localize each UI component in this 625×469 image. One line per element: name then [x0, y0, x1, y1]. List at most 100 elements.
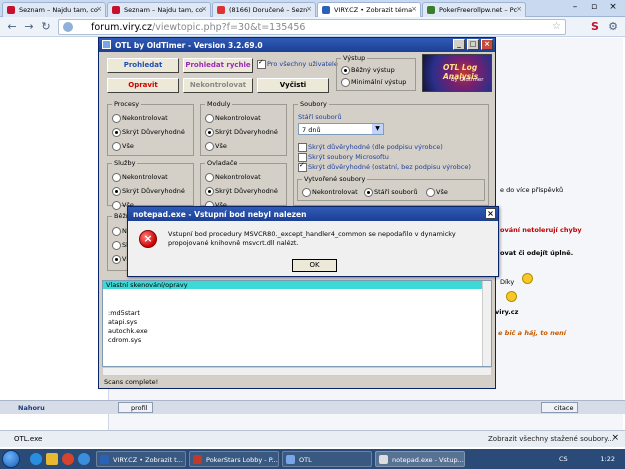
url-path: /viewtopic.php?f=30&t=135456: [152, 22, 306, 33]
vertical-scrollbar[interactable]: [482, 281, 491, 366]
created-file-age-radio[interactable]: Stáří souborů: [364, 188, 418, 197]
created-all-radio[interactable]: Vše: [426, 188, 448, 197]
scroll-top-link[interactable]: Nahoru: [18, 404, 45, 412]
ie-icon[interactable]: [30, 453, 42, 465]
drivers-nocheck-radio[interactable]: Nekontrolovat: [205, 173, 261, 182]
maximize-icon[interactable]: ▫: [585, 1, 603, 14]
explorer-icon[interactable]: [46, 453, 58, 465]
taskbar-label: PokerStars Lobby - P...: [206, 456, 278, 464]
minimal-output-radio[interactable]: Minimální výstup: [341, 78, 406, 87]
modules-all-radio[interactable]: Vše: [205, 142, 227, 151]
show-all-downloads-link[interactable]: Zobrazit všechny stažené soubory...: [488, 435, 614, 443]
processes-nocheck-radio[interactable]: Nekontrolovat: [112, 114, 168, 123]
services-hide-trusted-radio[interactable]: Skrýt Důveryhodné: [112, 187, 185, 196]
forward-arrow-icon[interactable]: →: [22, 20, 36, 34]
close-icon[interactable]: ×: [611, 433, 619, 443]
url-host: forum.viry.cz: [91, 22, 153, 33]
files-group: Soubory Stáří souborů 7 dnů ▼ Skrýt důvě…: [293, 100, 489, 206]
no-check-button[interactable]: Nekontrolovat: [183, 78, 253, 93]
close-icon[interactable]: ×: [481, 39, 493, 50]
standard-output-radio[interactable]: Běžný výstup: [341, 66, 395, 75]
taskbar-item-viry[interactable]: VIRY.CZ • Zobrazit t...: [96, 451, 186, 467]
modules-hide-trusted-radio[interactable]: Skrýt Důveryhodné: [205, 128, 278, 137]
browser-tab-email[interactable]: (8166) Doručené – Sezn ×: [212, 2, 316, 17]
logo-subtext: by Oldtimer: [451, 77, 484, 83]
file-age-select[interactable]: 7 dnů ▼: [298, 123, 384, 135]
poker-icon: [427, 6, 435, 14]
services-nocheck-radio[interactable]: Nekontrolovat: [112, 173, 168, 182]
browser-tab-poker[interactable]: PokerFreerollpw.net – Pc ×: [422, 2, 526, 17]
chevron-down-icon[interactable]: ▼: [372, 124, 383, 134]
close-window-icon[interactable]: ×: [604, 1, 622, 14]
seznam-icon: [112, 6, 120, 14]
close-icon[interactable]: ×: [411, 5, 417, 13]
minimize-icon[interactable]: _: [453, 39, 465, 50]
close-icon[interactable]: ×: [485, 208, 496, 219]
quote-label: citace: [554, 404, 574, 412]
taskbar-label: OTL: [299, 456, 312, 464]
browser-tab-seznam-1[interactable]: Seznam – Najdu tam, co ×: [2, 2, 106, 17]
output-line: autochk.exe: [108, 327, 148, 335]
modules-nocheck-radio[interactable]: Nekontrolovat: [205, 114, 261, 123]
browser-tab-viry[interactable]: VIRY.CZ • Zobrazit téma ×: [317, 2, 421, 17]
quote-button[interactable]: citace: [541, 402, 579, 413]
horizontal-scrollbar[interactable]: [102, 367, 492, 376]
otl-titlebar: OTL by OldTimer - Version 3.2.69.0 _ □ ×: [99, 38, 495, 52]
close-icon[interactable]: ×: [306, 5, 312, 13]
reload-icon[interactable]: ↻: [39, 20, 53, 34]
tab-label: (8166) Doručené – Sezn: [229, 6, 308, 14]
taskbar-item-pokerstars[interactable]: PokerStars Lobby - P...: [189, 451, 279, 467]
custom-scans-header: Vlastní skenování/opravy: [103, 281, 491, 289]
media-icon[interactable]: [78, 453, 90, 465]
notepad-icon: [379, 455, 388, 464]
quick-scan-button[interactable]: Prohledat rychle: [183, 58, 253, 73]
maximize-icon[interactable]: □: [467, 39, 479, 50]
dialog-message: Vstupní bod procedury MSVCR80._except_ha…: [168, 230, 456, 247]
processes-all-radio[interactable]: Vše: [112, 142, 134, 151]
url-input[interactable]: forum.viry.cz/viewtopic.php?f=30&t=13545…: [58, 19, 566, 35]
post-footer: Nahoru profil citace: [0, 400, 625, 414]
taskbar-item-notepad[interactable]: notepad.exe - Vstup...: [375, 451, 465, 467]
file-age-value: 7 dnů: [302, 126, 321, 134]
files-title: Soubory: [298, 100, 329, 108]
tab-label: Seznam – Najdu tam, co: [124, 6, 203, 14]
scan-button[interactable]: Prohledat: [107, 58, 179, 73]
all-users-checkbox[interactable]: Pro všechny uživatele: [257, 58, 338, 69]
hide-trusted-signed-checkbox[interactable]: Skrýt důvěryhodné (dle podpisu výrobce): [298, 143, 443, 152]
chrome-icon[interactable]: [62, 453, 74, 465]
back-arrow-icon[interactable]: ←: [5, 20, 19, 34]
close-icon[interactable]: ×: [516, 5, 522, 13]
drivers-hide-trusted-radio[interactable]: Skrýt Důveryhodné: [205, 187, 278, 196]
star-icon[interactable]: ☆: [552, 21, 561, 32]
hide-trusted-other-checkbox[interactable]: Skrýt důvěryhodné (ostatní, bez podpisu …: [298, 161, 471, 172]
wrench-icon[interactable]: ⚙: [606, 20, 620, 34]
modules-group: Moduly Nekontrolovat Skrýt Důveryhodné V…: [200, 100, 287, 156]
clock[interactable]: 1:22: [600, 455, 615, 463]
tab-label: VIRY.CZ • Zobrazit téma: [334, 6, 413, 14]
viry-icon: [322, 6, 330, 14]
created-files-group: Vytvořené soubory Nekontrolovat Stáří so…: [297, 175, 485, 201]
viry-icon: [100, 455, 109, 464]
processes-group: Procesy Nekontrolovat Skrýt Důveryhodné …: [107, 100, 194, 156]
taskbar-item-otl[interactable]: OTL: [282, 451, 372, 467]
close-icon[interactable]: ×: [96, 5, 102, 13]
close-icon[interactable]: ×: [201, 5, 207, 13]
created-files-title: Vytvořené soubory: [302, 175, 368, 183]
download-item[interactable]: OTL.exe: [14, 435, 42, 443]
fix-button[interactable]: Opravit: [107, 78, 179, 93]
services-title: Služby: [112, 159, 138, 167]
ok-button[interactable]: OK: [292, 259, 337, 272]
output-group-title: Výstup: [341, 54, 368, 62]
seznam-toolbar-icon[interactable]: S: [588, 20, 602, 34]
processes-hide-trusted-radio[interactable]: Skrýt Důveryhodné: [112, 128, 185, 137]
profile-button[interactable]: profil: [118, 402, 153, 413]
start-button[interactable]: [2, 450, 20, 468]
hide-microsoft-checkbox[interactable]: Skrýt soubory Microsoftu: [298, 153, 389, 162]
custom-scans-panel[interactable]: Vlastní skenování/opravy :md5start atapi…: [102, 280, 492, 367]
browser-tab-strip: Seznam – Najdu tam, co × Seznam – Najdu …: [0, 0, 625, 17]
created-nocheck-radio[interactable]: Nekontrolovat: [302, 188, 358, 197]
minimize-icon[interactable]: –: [566, 1, 584, 14]
browser-tab-seznam-2[interactable]: Seznam – Najdu tam, co ×: [107, 2, 211, 17]
clean-button[interactable]: Vyčisti: [257, 78, 329, 93]
language-indicator[interactable]: CS: [559, 455, 568, 463]
